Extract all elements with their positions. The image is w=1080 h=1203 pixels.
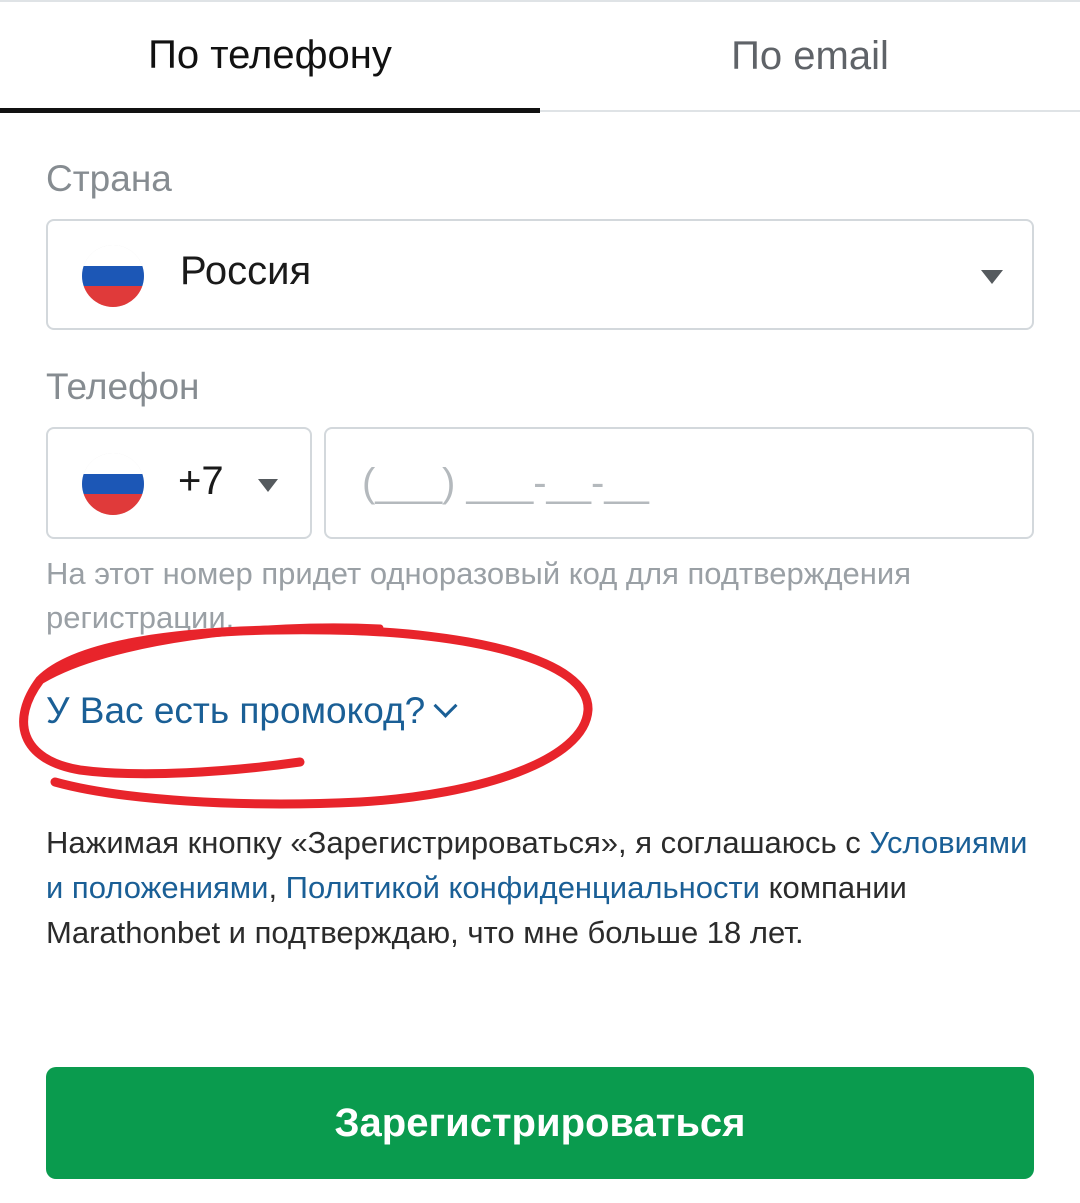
- country-select[interactable]: Россия: [46, 219, 1034, 330]
- phone-input[interactable]: [326, 429, 1032, 537]
- tab-by-email[interactable]: По email: [540, 2, 1080, 112]
- register-button[interactable]: Зарегистрироваться: [46, 1067, 1034, 1179]
- tab-by-phone[interactable]: По телефону: [0, 2, 540, 113]
- promo-code-label: У Вас есть промокод?: [46, 690, 426, 731]
- country-value: Россия: [180, 249, 312, 293]
- terms-separator: ,: [268, 870, 286, 905]
- country-code-select[interactable]: +7: [46, 427, 312, 539]
- russia-flag-icon: [82, 453, 144, 515]
- terms-text: Нажимая кнопку «Зарегистрироваться», я с…: [46, 820, 1046, 955]
- country-label: Страна: [46, 158, 172, 199]
- phone-label: Телефон: [46, 366, 200, 407]
- terms-before: Нажимая кнопку «Зарегистрироваться», я с…: [46, 825, 870, 860]
- tab-bar: По телефону По email: [0, 0, 1080, 114]
- caret-down-icon: [981, 270, 1003, 284]
- country-code-value: +7: [178, 459, 224, 503]
- caret-down-icon: [258, 479, 278, 492]
- russia-flag-icon: [82, 245, 144, 307]
- promo-code-toggle[interactable]: У Вас есть промокод?: [46, 690, 458, 732]
- chevron-down-icon: [433, 693, 458, 718]
- privacy-link[interactable]: Политикой конфиденциальности: [286, 870, 760, 905]
- phone-field[interactable]: [324, 427, 1034, 539]
